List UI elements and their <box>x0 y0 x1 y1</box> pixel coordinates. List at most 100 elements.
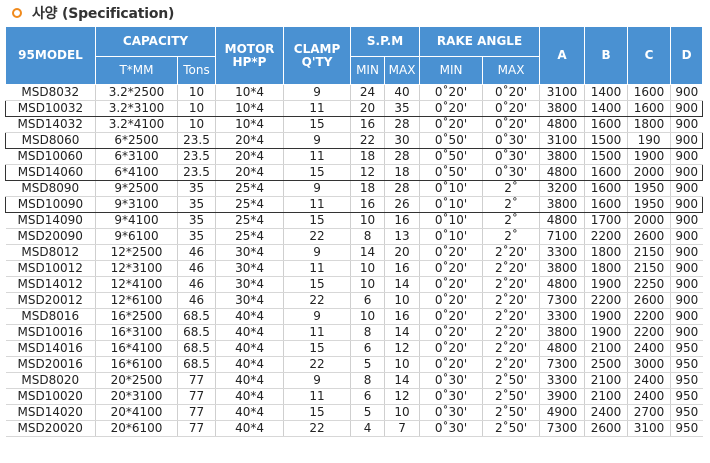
cell-capacity-tmm: 20*3100 <box>95 388 178 405</box>
cell-dim-a: 7300 <box>539 292 585 309</box>
table-row: MSD8012 12*2500 46 30*4 9 14 20 0˚20' 2˚20' 3300 1… <box>5 244 703 261</box>
cell-clamp: 11 <box>283 260 351 277</box>
cell-rake-max: 2˚20' <box>482 356 540 373</box>
cell-spm-min: 10 <box>350 308 385 325</box>
cell-model: MSD14016 <box>5 340 96 357</box>
cell-model: MSD10020 <box>5 388 96 405</box>
cell-rake-max: 2˚ <box>482 228 540 245</box>
cell-capacity-tons: 77 <box>176 404 216 421</box>
cell-dim-d: 900 <box>670 292 703 309</box>
cell-dim-d: 950 <box>670 356 703 373</box>
cell-spm-min: 8 <box>350 228 385 245</box>
cell-model: MSD14032 <box>5 116 96 133</box>
table-row: MSD10090 9*3100 35 25*4 11 16 26 0˚10' 2˚ 3800 160… <box>5 196 704 213</box>
circle-bullet-icon <box>12 8 22 18</box>
cell-capacity-tmm: 12*6100 <box>95 292 178 309</box>
cell-dim-a: 4800 <box>539 276 585 293</box>
cell-model: MSD8012 <box>5 244 96 261</box>
cell-dim-c: 2000 <box>627 164 671 181</box>
cell-capacity-tons: 23.5 <box>176 148 216 165</box>
cell-motor: 40*4 <box>215 356 284 373</box>
cell-rake-min: 0˚20' <box>419 324 483 341</box>
table-row: MSD10012 12*3100 46 30*4 11 10 16 0˚20' 2˚20' 380… <box>5 260 703 277</box>
cell-motor: 25*4 <box>215 180 284 197</box>
cell-rake-max: 2˚20' <box>482 324 540 341</box>
table-row: MSD14016 16*4100 68.5 40*4 15 6 12 0˚20' 2˚20' 48… <box>5 340 703 357</box>
cell-model: MSD14090 <box>5 212 96 229</box>
cell-dim-c: 2200 <box>627 308 671 325</box>
cell-clamp: 22 <box>283 292 351 309</box>
header-rake-angle: RAKE ANGLE <box>419 26 541 57</box>
cell-motor: 40*4 <box>215 340 284 357</box>
cell-motor: 30*4 <box>215 276 284 293</box>
cell-motor: 20*4 <box>215 132 284 149</box>
header-capacity-tmm: T*MM <box>95 56 178 85</box>
cell-clamp: 9 <box>283 372 351 389</box>
cell-dim-c: 2600 <box>627 292 671 309</box>
cell-capacity-tons: 35 <box>176 180 216 197</box>
cell-dim-d: 900 <box>670 100 704 117</box>
cell-capacity-tmm: 16*4100 <box>95 340 178 357</box>
cell-dim-c: 1600 <box>627 100 671 117</box>
cell-clamp: 11 <box>283 100 351 117</box>
cell-dim-b: 1600 <box>584 180 628 197</box>
cell-capacity-tons: 10 <box>176 100 216 117</box>
cell-spm-max: 13 <box>384 228 420 245</box>
cell-dim-a: 3900 <box>539 388 585 405</box>
cell-capacity-tons: 68.5 <box>176 308 216 325</box>
header-c: C <box>627 26 672 85</box>
cell-model: MSD10090 <box>5 196 96 213</box>
cell-capacity-tons: 68.5 <box>176 340 216 357</box>
header-spm-max: MAX <box>384 56 421 85</box>
cell-spm-min: 14 <box>350 244 385 261</box>
cell-spm-min: 18 <box>350 180 385 197</box>
cell-spm-min: 5 <box>350 404 385 421</box>
cell-spm-max: 40 <box>384 84 420 101</box>
table-row: MSD8032 3.2*2500 10 10*4 9 24 40 0˚20' 0˚20' 3100… <box>5 84 703 101</box>
cell-motor: 25*4 <box>215 228 284 245</box>
cell-dim-c: 1600 <box>627 84 671 101</box>
cell-rake-max: 2˚20' <box>482 308 540 325</box>
cell-capacity-tmm: 9*3100 <box>95 196 178 213</box>
cell-clamp: 9 <box>283 180 351 197</box>
cell-spm-max: 16 <box>384 212 420 229</box>
cell-spm-min: 6 <box>350 292 385 309</box>
cell-dim-d: 900 <box>670 196 704 213</box>
cell-dim-c: 2200 <box>627 324 671 341</box>
cell-spm-min: 12 <box>350 164 385 181</box>
cell-rake-max: 2˚ <box>482 212 540 229</box>
cell-rake-max: 2˚50' <box>482 372 540 389</box>
cell-capacity-tmm: 16*3100 <box>95 324 178 341</box>
cell-capacity-tmm: 9*2500 <box>95 180 178 197</box>
cell-capacity-tmm: 20*4100 <box>95 404 178 421</box>
cell-dim-d: 900 <box>670 228 703 245</box>
cell-dim-a: 3800 <box>539 260 585 277</box>
cell-dim-a: 3300 <box>539 244 585 261</box>
cell-rake-min: 0˚30' <box>419 420 483 437</box>
cell-rake-min: 0˚30' <box>419 388 483 405</box>
cell-dim-c: 2000 <box>627 212 671 229</box>
header-model: 95MODEL <box>5 26 96 85</box>
cell-spm-min: 24 <box>350 84 385 101</box>
cell-rake-min: 0˚20' <box>419 308 483 325</box>
cell-capacity-tons: 46 <box>176 292 216 309</box>
cell-dim-a: 3800 <box>539 100 585 117</box>
table-row: MSD14020 20*4100 77 40*4 15 5 10 0˚30' 2˚50' 4900… <box>5 404 703 421</box>
cell-spm-min: 10 <box>350 276 385 293</box>
cell-dim-b: 1900 <box>584 276 628 293</box>
header-capacity-tons: Tons <box>176 56 217 85</box>
cell-spm-min: 16 <box>350 196 385 213</box>
cell-capacity-tons: 35 <box>176 228 216 245</box>
cell-spm-max: 14 <box>384 276 420 293</box>
cell-dim-c: 1900 <box>627 148 671 165</box>
cell-dim-b: 2600 <box>584 420 628 437</box>
cell-dim-d: 900 <box>670 116 703 133</box>
cell-dim-b: 1900 <box>584 324 628 341</box>
cell-capacity-tons: 77 <box>176 372 216 389</box>
cell-dim-c: 1950 <box>627 196 671 213</box>
cell-model: MSD8060 <box>5 132 96 149</box>
cell-dim-a: 3200 <box>539 180 585 197</box>
cell-rake-max: 2˚50' <box>482 404 540 421</box>
cell-rake-min: 0˚10' <box>419 212 483 229</box>
cell-capacity-tons: 77 <box>176 420 216 437</box>
